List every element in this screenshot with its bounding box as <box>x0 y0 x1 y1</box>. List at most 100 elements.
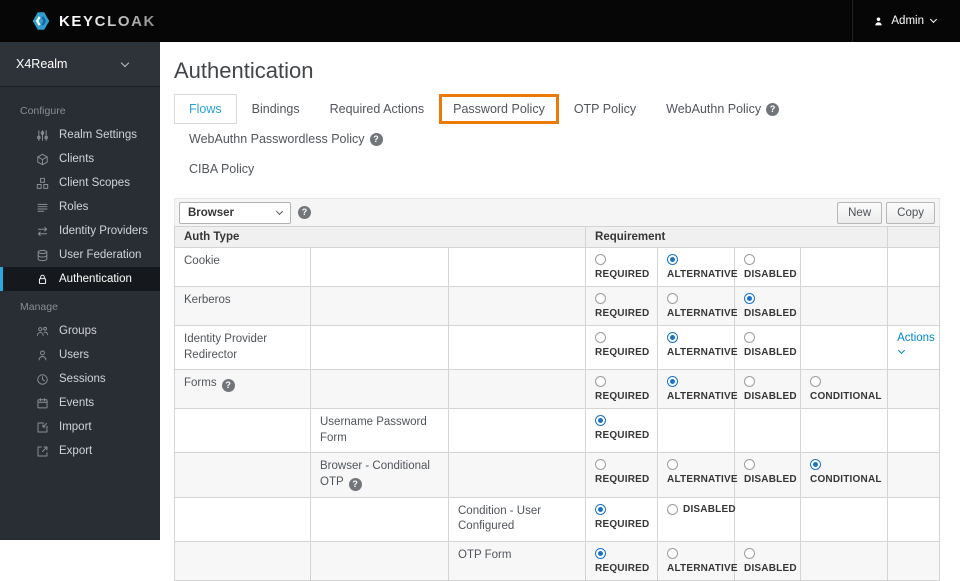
tab-flows[interactable]: Flows <box>174 94 237 124</box>
radio-required[interactable] <box>595 459 607 471</box>
sidebar-item-realm-settings[interactable]: Realm Settings <box>0 123 160 147</box>
sidebar-item-label: Sessions <box>59 373 106 385</box>
import-icon <box>37 422 48 432</box>
sidebar-item-groups[interactable]: Groups <box>0 319 160 343</box>
tab-label: CIBA Policy <box>189 162 255 176</box>
keycloak-logo-icon <box>32 12 50 30</box>
calendar-icon <box>37 397 48 408</box>
sidebar-item-roles[interactable]: Roles <box>0 195 160 219</box>
radio-label: REQUIRED <box>595 269 650 280</box>
requirement-cell: REQUIRED <box>585 286 659 326</box>
chevron-down-icon <box>275 207 284 216</box>
clock-icon <box>37 373 48 385</box>
realm-name: X4Realm <box>16 57 68 71</box>
actions-link[interactable]: Actions <box>897 332 935 344</box>
radio-label: REQUIRED <box>595 391 650 403</box>
requirement-option: REQUIRED <box>595 503 649 530</box>
main-content: Authentication Flows Bindings Required Act… <box>160 42 960 581</box>
tab-label: OTP Policy <box>573 102 637 116</box>
radio-disabled[interactable] <box>744 332 756 343</box>
requirement-cell: REQUIRED <box>585 452 659 498</box>
user-menu[interactable]: Admin <box>852 0 960 42</box>
tab-webauthn-passwordless-policy[interactable]: WebAuthn Passwordless Policy? <box>174 124 398 154</box>
sidebar-item-sessions[interactable]: Sessions <box>0 367 160 391</box>
radio-required[interactable] <box>595 332 607 343</box>
flow-toolbar: Browser ? New Copy <box>174 198 940 226</box>
sidebar-item-users[interactable]: Users <box>0 343 160 367</box>
requirement-cell <box>800 247 889 287</box>
cubes-icon <box>36 177 49 189</box>
requirement-cell: ALTERNATIVE <box>657 286 738 326</box>
tab-required-actions[interactable]: Required Actions <box>315 94 440 124</box>
flow-name: OTP Form <box>458 548 512 561</box>
new-button[interactable]: New <box>837 201 883 224</box>
radio-label: ALTERNATIVE <box>667 269 738 280</box>
help-icon[interactable]: ? <box>298 206 311 219</box>
export-icon <box>37 446 48 456</box>
radio-alternative[interactable] <box>667 254 679 265</box>
tab-bar: Flows Bindings Required Actions Password Po… <box>174 94 940 184</box>
sidebar-item-identity-providers[interactable]: Identity Providers <box>0 219 160 243</box>
sidebar-item-import[interactable]: Import <box>0 415 160 439</box>
radio-disabled[interactable] <box>744 547 756 559</box>
flow-name: Condition - User Configured <box>458 504 542 533</box>
radio-alternative[interactable] <box>667 376 679 388</box>
auth-type-empty-cell <box>447 369 587 410</box>
radio-disabled[interactable] <box>744 293 756 304</box>
radio-conditional[interactable] <box>810 459 822 471</box>
user-icon <box>875 17 883 25</box>
radio-alternative[interactable] <box>667 459 679 471</box>
requirement-cell: REQUIRED <box>585 369 659 410</box>
radio-label: ALTERNATIVE <box>667 474 738 486</box>
radio-alternative[interactable] <box>667 332 679 343</box>
page-title: Authentication <box>174 58 314 83</box>
sidebar-item-export[interactable]: Export <box>0 439 160 463</box>
radio-required[interactable] <box>595 415 607 427</box>
radio-required[interactable] <box>595 503 607 515</box>
requirement-option: ALTERNATIVE <box>667 547 738 574</box>
sidebar-item-client-scopes[interactable]: Client Scopes <box>0 171 160 195</box>
radio-disabled[interactable] <box>744 376 756 388</box>
radio-required[interactable] <box>595 254 607 265</box>
auth-type-empty-cell <box>310 324 449 371</box>
sidebar-item-user-federation[interactable]: User Federation <box>0 243 160 267</box>
sidebar-item-label: Client Scopes <box>59 177 130 189</box>
tab-webauthn-policy[interactable]: WebAuthn Policy? <box>651 94 794 124</box>
realm-selector[interactable]: X4Realm <box>0 42 160 87</box>
radio-alternative[interactable] <box>667 293 679 304</box>
radio-label: ALTERNATIVE <box>667 391 738 403</box>
table-header-row: Auth Type Requirement <box>173 226 940 248</box>
sidebar-item-label: Authentication <box>59 273 132 285</box>
copy-button[interactable]: Copy <box>886 201 935 224</box>
flow-select[interactable]: Browser <box>179 201 291 224</box>
radio-required[interactable] <box>595 376 607 388</box>
auth-type-cell: Forms? <box>174 369 311 410</box>
tab-otp-policy[interactable]: OTP Policy <box>559 94 651 124</box>
user-menu-label: Admin <box>891 15 924 27</box>
tab-password-policy[interactable]: Password Policy <box>439 94 559 124</box>
sidebar-item-label: Groups <box>59 325 97 337</box>
radio-disabled[interactable] <box>744 459 756 471</box>
requirement-option: REQUIRED <box>595 332 649 358</box>
sidebar-item-clients[interactable]: Clients <box>0 147 160 171</box>
radio-required[interactable] <box>595 293 607 304</box>
requirement-cell <box>734 408 802 454</box>
tab-ciba-policy[interactable]: CIBA Policy <box>174 154 269 184</box>
requirement-option: REQUIRED <box>595 254 650 280</box>
flow-name: Identity Provider Redirector <box>184 333 268 361</box>
radio-conditional[interactable] <box>810 376 822 388</box>
sidebar-item-events[interactable]: Events <box>0 391 160 415</box>
radio-disabled[interactable] <box>667 503 679 515</box>
radio-label: ALTERNATIVE <box>667 347 738 358</box>
radio-alternative[interactable] <box>667 547 679 559</box>
tab-bindings[interactable]: Bindings <box>237 94 315 124</box>
sidebar-item-authentication[interactable]: Authentication <box>0 267 160 291</box>
requirement-cell: ALTERNATIVE <box>657 369 738 410</box>
radio-label: DISABLED <box>744 474 797 486</box>
table-row: OTP Form REQUIRED ALTERNATIVE DISABLED <box>174 540 940 581</box>
radio-label: REQUIRED <box>595 308 650 319</box>
actions-dropdown[interactable]: Actions <box>897 332 935 355</box>
radio-required[interactable] <box>595 547 607 559</box>
actions-cell: Actions <box>887 324 940 371</box>
radio-disabled[interactable] <box>744 254 756 265</box>
